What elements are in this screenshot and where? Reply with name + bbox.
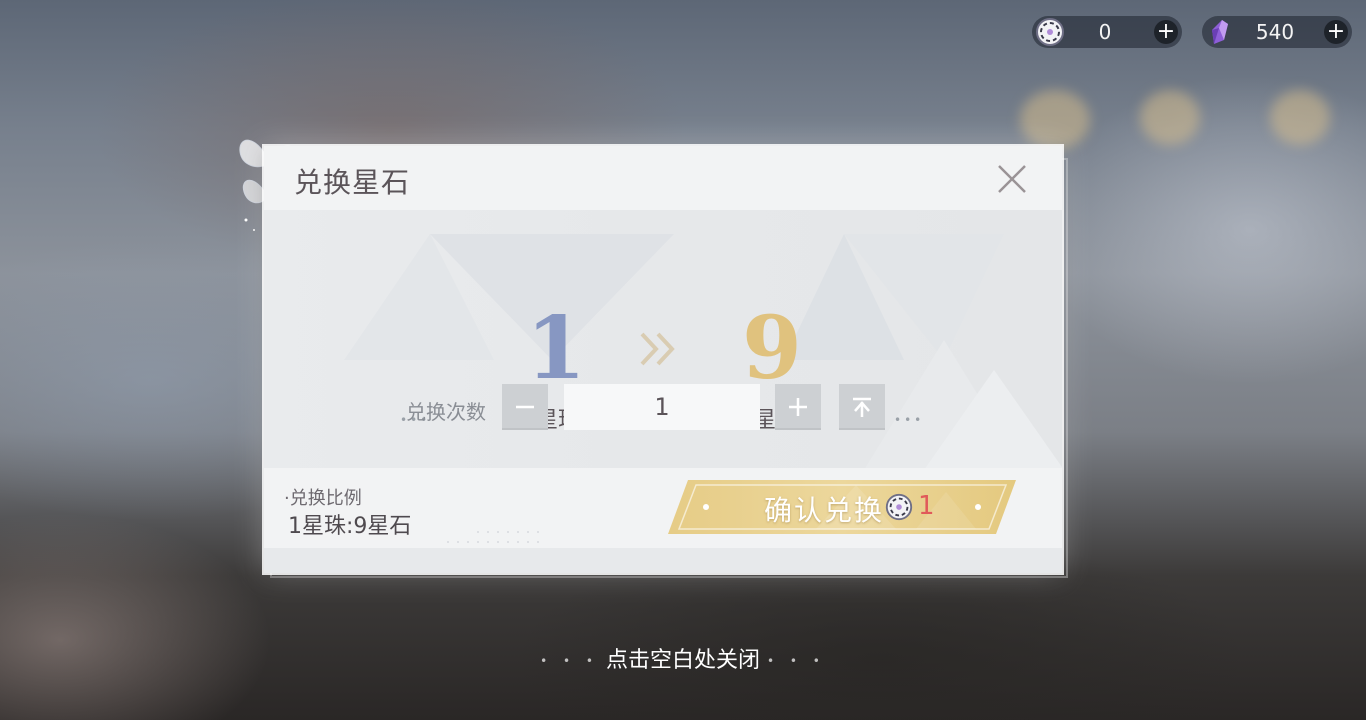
exchange-count-label: 兑换次数 [406,400,486,424]
increase-button[interactable] [775,384,821,430]
star-orb-currency: 0 + [1032,16,1182,48]
decrease-button[interactable] [502,384,548,430]
dialog-footer: ·兑换比例 1星珠:9星石 确认兑换 1 [264,468,1062,553]
max-button[interactable] [839,384,885,430]
close-hint-text: 点击空白处关闭 [605,648,760,673]
from-amount: 1 [526,298,586,399]
right-dots: ••• [894,413,925,427]
max-arrow-icon [853,397,871,417]
dialog-bottom-band [264,548,1062,573]
exchange-dialog: 兑换星石 1 9 ••• 星珠 ••• 兑换次数 1 ·兑换比例 1星珠:9星石… [264,146,1062,573]
star-orb-icon [885,493,913,521]
hint-dots-right: • • • [767,654,826,668]
close-icon[interactable] [996,163,1028,195]
star-orb-amount: 0 [1098,20,1112,44]
double-chevron-right-icon [640,332,675,366]
star-crystal-icon [1212,20,1228,44]
exchange-count-input[interactable]: 1 [564,384,760,430]
star-orb-icon [1036,18,1064,46]
dialog-title: 兑换星石 [294,166,411,199]
to-amount: 9 [742,298,802,399]
star-crystal-amount: 540 [1255,20,1295,44]
exchange-panel: 1 9 ••• 星珠 星石 ••• 兑换次数 [264,210,1062,468]
dialog-title-bar: 兑换星石 [264,146,1062,210]
hint-dots-left: • • • [540,654,599,668]
add-star-orb-button[interactable]: + [1154,20,1178,44]
plus-icon [789,398,807,416]
ratio-label: ·兑换比例 [284,488,362,509]
star-crystal-currency: 540 + [1202,16,1352,48]
confirm-cost: 1 [918,491,935,521]
add-star-crystal-button[interactable]: + [1324,20,1348,44]
background-bokeh [1140,90,1200,145]
close-hint[interactable]: • • • 点击空白处关闭 • • • [0,642,1366,674]
background-bokeh [1020,90,1090,150]
confirm-button-label: 确认兑换 [764,494,885,527]
confirm-exchange-button[interactable]: 确认兑换 1 [666,478,1018,536]
background-bokeh [1270,90,1330,145]
minus-icon [516,405,534,409]
